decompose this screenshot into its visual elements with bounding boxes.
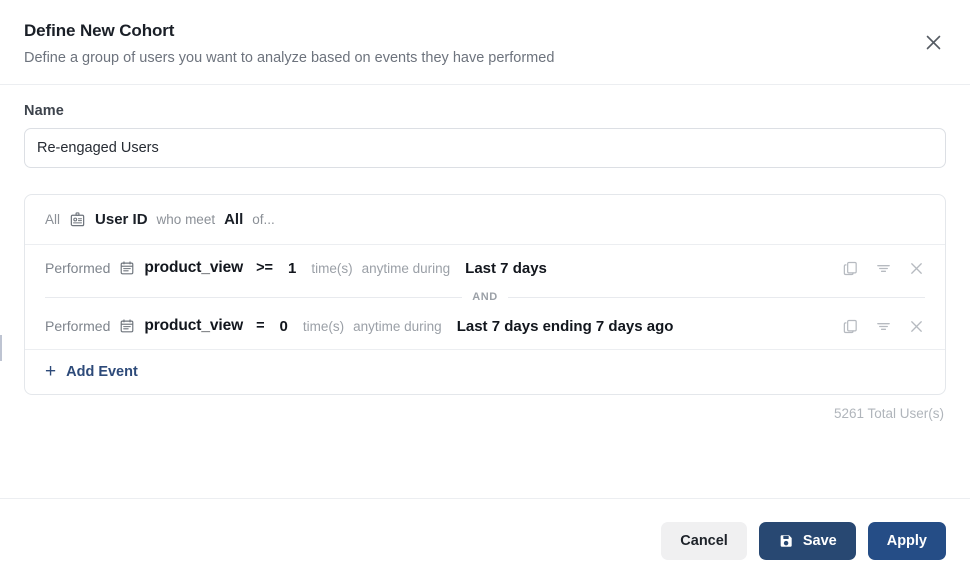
- add-event-button[interactable]: + Add Event: [25, 349, 945, 394]
- dialog-footer: Cancel Save Apply: [0, 498, 970, 582]
- event-name[interactable]: product_view: [144, 259, 243, 277]
- remove-icon[interactable]: [908, 318, 925, 335]
- event-row: Performed product_view >= 1 time(s) anyt…: [25, 245, 945, 291]
- event-performed-label[interactable]: Performed: [45, 318, 110, 334]
- event-period[interactable]: Last 7 days: [465, 260, 547, 277]
- name-label: Name: [24, 103, 64, 119]
- copy-icon[interactable]: [842, 318, 859, 335]
- event-count[interactable]: 0: [280, 318, 288, 335]
- event-operator[interactable]: =: [256, 318, 264, 334]
- cohort-name-input[interactable]: [24, 128, 946, 168]
- event-count[interactable]: 1: [288, 260, 296, 277]
- divider-line-left: [45, 296, 463, 298]
- left-edge-marker: [0, 335, 2, 361]
- apply-button[interactable]: Apply: [867, 521, 946, 560]
- event-during-label: anytime during: [361, 260, 451, 276]
- event-times-label: time(s): [311, 260, 353, 276]
- builder-of-suffix: of...: [252, 212, 275, 227]
- event-period[interactable]: Last 7 days ending 7 days ago: [457, 318, 674, 335]
- builder-entity-label[interactable]: User ID: [95, 211, 148, 228]
- event-row-actions: [824, 318, 925, 335]
- event-row-actions: [824, 260, 925, 277]
- builder-header-row: All User ID who meet All of...: [25, 195, 945, 245]
- close-button[interactable]: [920, 29, 946, 55]
- add-event-label: Add Event: [66, 364, 138, 380]
- save-button[interactable]: Save: [758, 521, 856, 560]
- save-floppy-icon: [778, 533, 794, 549]
- event-during-label: anytime during: [353, 318, 442, 334]
- copy-icon[interactable]: [842, 260, 859, 277]
- builder-all-prefix: All: [45, 212, 61, 227]
- page-title: Define New Cohort: [24, 21, 175, 40]
- define-cohort-dialog: Define New Cohort Define a group of user…: [0, 0, 970, 582]
- dialog-header: Define New Cohort Define a group of user…: [0, 0, 970, 85]
- event-performed-label[interactable]: Performed: [45, 260, 110, 276]
- total-users-count: 5261 Total User(s): [833, 406, 944, 421]
- event-name[interactable]: product_view: [144, 317, 243, 335]
- filter-icon[interactable]: [875, 318, 892, 335]
- close-icon: [926, 35, 940, 49]
- dialog-subtitle: Define a group of users you want to anal…: [24, 50, 555, 66]
- id-badge-icon: [69, 211, 86, 228]
- cancel-button[interactable]: Cancel: [661, 521, 747, 560]
- cohort-builder-card: All User ID who meet All of... Performed: [24, 194, 946, 395]
- calendar-event-icon: [119, 318, 135, 334]
- save-button-label: Save: [802, 532, 837, 549]
- calendar-event-icon: [119, 260, 135, 276]
- remove-icon[interactable]: [908, 260, 925, 277]
- event-row: Performed product_view = 0 time(s) anyti…: [25, 303, 945, 349]
- conjunction-divider: AND: [25, 291, 945, 303]
- builder-who-meet-label: who meet: [156, 212, 216, 227]
- filter-icon[interactable]: [875, 260, 892, 277]
- event-times-label: time(s): [302, 318, 345, 334]
- builder-match-selector[interactable]: All: [224, 211, 243, 228]
- divider-line-right: [507, 296, 926, 298]
- conjunction-label[interactable]: AND: [472, 291, 498, 303]
- event-operator[interactable]: >=: [256, 260, 273, 276]
- plus-icon: +: [45, 361, 57, 382]
- dialog-body: Name All User ID who meet All of...: [0, 85, 970, 498]
